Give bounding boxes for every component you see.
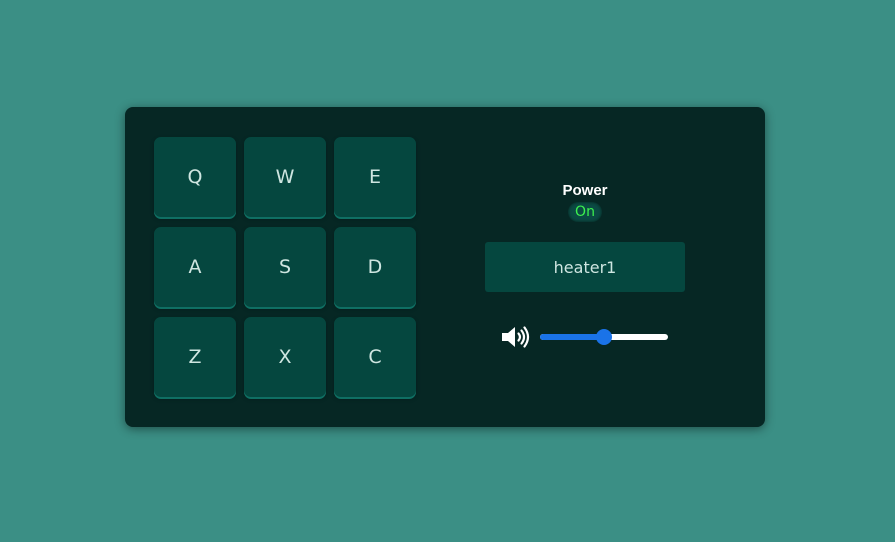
- drum-pad-a[interactable]: A: [154, 227, 236, 307]
- drum-pad-q[interactable]: Q: [154, 137, 236, 217]
- volume-slider-fill: [540, 334, 604, 340]
- drum-pad-e[interactable]: E: [334, 137, 416, 217]
- drum-pad-x[interactable]: X: [244, 317, 326, 397]
- drum-pad-d[interactable]: D: [334, 227, 416, 307]
- drum-pad-s[interactable]: S: [244, 227, 326, 307]
- drum-pad-w[interactable]: W: [244, 137, 326, 217]
- volume-up-icon: [502, 326, 530, 348]
- drum-pad-c[interactable]: C: [334, 317, 416, 397]
- power-label: Power: [562, 182, 608, 199]
- drum-pad-z[interactable]: Z: [154, 317, 236, 397]
- power-toggle[interactable]: On: [568, 202, 602, 222]
- volume-slider[interactable]: [540, 329, 668, 345]
- drum-pad-grid: Q W E A S D Z X C: [154, 137, 416, 399]
- sound-display: heater1: [485, 242, 685, 292]
- volume-slider-thumb[interactable]: [596, 329, 612, 345]
- drum-machine: Q W E A S D Z X C Power On heater1: [125, 107, 765, 427]
